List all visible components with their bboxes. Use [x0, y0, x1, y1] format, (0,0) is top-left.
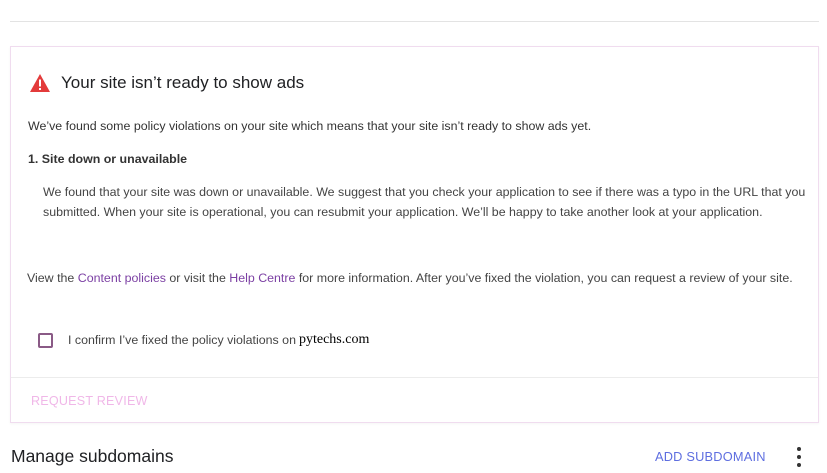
- policy-note-prefix: View the: [27, 271, 78, 285]
- content-policies-link[interactable]: Content policies: [78, 271, 166, 285]
- card-title: Your site isn’t ready to show ads: [61, 73, 305, 92]
- add-subdomain-button[interactable]: ADD SUBDOMAIN: [655, 449, 766, 464]
- policy-note: View the Content policies or visit the H…: [27, 268, 807, 288]
- top-divider: [10, 21, 819, 22]
- policy-violation-card: Your site isn’t ready to show ads We’ve …: [10, 46, 819, 423]
- confirm-label: I confirm I’ve fixed the policy violatio…: [68, 333, 296, 347]
- more-dot: [797, 447, 801, 451]
- issue-description: We found that your site was down or unav…: [43, 185, 806, 219]
- warning-icon: [29, 73, 51, 93]
- more-dot: [797, 463, 801, 467]
- confirm-checkbox[interactable]: [38, 332, 53, 348]
- intro-text: We’ve found some policy violations on yo…: [28, 119, 592, 133]
- site-name: pytechs.com: [298, 332, 370, 347]
- request-review-button[interactable]: REQUEST REVIEW: [31, 394, 148, 408]
- help-centre-link[interactable]: Help Centre: [229, 271, 295, 285]
- confirm-row: I confirm I’ve fixed the policy violatio…: [38, 332, 369, 348]
- more-dot: [797, 455, 801, 459]
- top-strip: [0, 0, 827, 23]
- card-header: Your site isn’t ready to show ads: [29, 73, 304, 93]
- more-vert-icon[interactable]: [793, 447, 805, 467]
- policy-note-middle: or visit the: [165, 271, 230, 285]
- manage-subdomains-title: Manage subdomains: [11, 446, 174, 466]
- issue-heading: 1. Site down or unavailable: [28, 152, 188, 166]
- policy-note-suffix: for more information. After you’ve fixed…: [295, 271, 793, 285]
- card-divider: [11, 377, 818, 378]
